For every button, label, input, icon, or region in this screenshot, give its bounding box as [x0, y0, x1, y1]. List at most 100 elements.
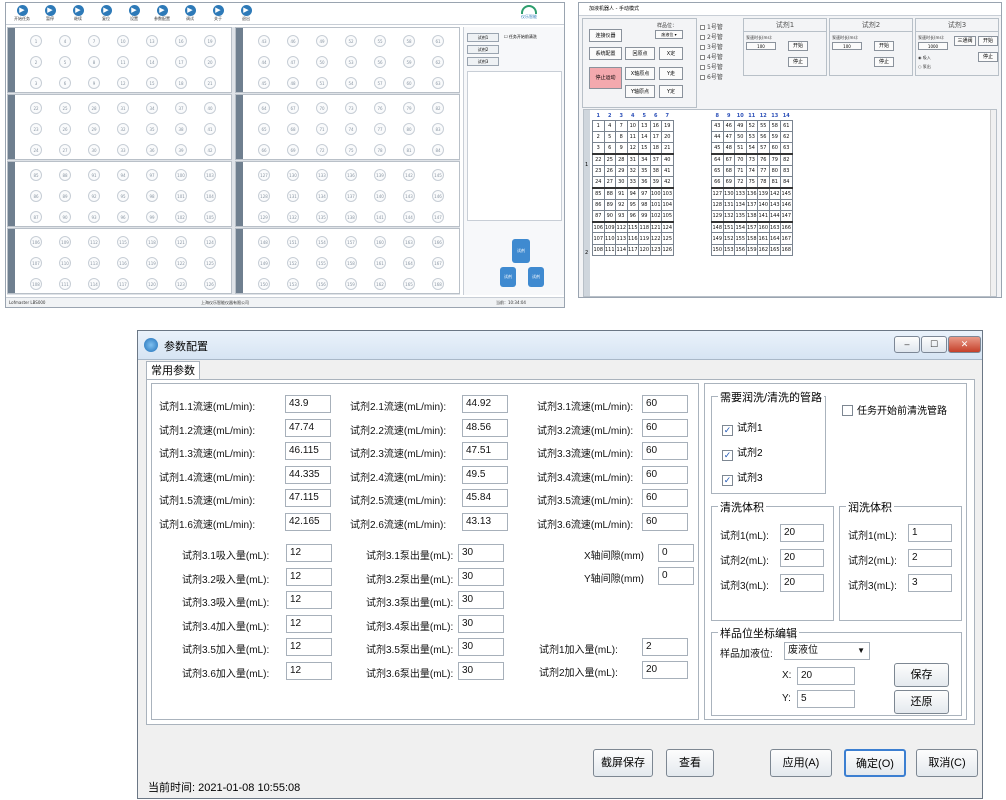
tube-cell[interactable]: 149 [711, 232, 724, 245]
tube-slot[interactable]: 158 [345, 257, 357, 269]
prewash-check[interactable]: ☐ 任务开始前清洗 [504, 34, 537, 40]
tube-cell[interactable]: 16 [649, 119, 662, 132]
tube-cell[interactable]: 143 [768, 198, 781, 211]
tube-cell[interactable]: 144 [768, 209, 781, 223]
tube-cell[interactable]: 126 [661, 243, 674, 257]
tube-slot[interactable]: 53 [345, 56, 357, 68]
tube-cell[interactable]: 38 [649, 164, 662, 177]
tube-slot[interactable]: 132 [287, 211, 299, 223]
tube-slot[interactable]: 20 [204, 56, 216, 68]
tube-slot[interactable]: 142 [403, 169, 415, 181]
tube-slot[interactable]: 153 [287, 278, 299, 290]
tube-cell[interactable]: 61 [780, 119, 793, 132]
tube-slot[interactable]: 165 [403, 278, 415, 290]
flow-rate-input[interactable]: 60 [642, 395, 688, 413]
tube-cell[interactable]: 39 [649, 175, 662, 189]
tube-cell[interactable]: 67 [722, 153, 735, 166]
tube-slot[interactable]: 84 [432, 144, 444, 156]
tube-slot[interactable]: 131 [287, 190, 299, 202]
tube-slot[interactable]: 130 [287, 169, 299, 181]
tube-cell[interactable]: 129 [711, 209, 724, 223]
tube-cell[interactable]: 33 [626, 175, 639, 189]
flow-rate-input[interactable]: 45.84 [462, 489, 508, 507]
tube-slot[interactable]: 85 [30, 169, 42, 181]
tube-slot[interactable]: 2 [30, 56, 42, 68]
tube-slot[interactable]: 58 [403, 35, 415, 47]
close-button[interactable]: ✕ [948, 336, 981, 353]
tube-cell[interactable]: 123 [649, 243, 662, 257]
tube-cell[interactable]: 6 [603, 142, 616, 155]
clean-volume-input[interactable]: 20 [780, 549, 824, 567]
tube-cell[interactable]: 36 [638, 175, 651, 189]
tube-cell[interactable]: 86 [592, 198, 605, 211]
tube-slot[interactable]: 79 [403, 102, 415, 114]
tube-cell[interactable]: 21 [661, 142, 674, 155]
tube-cell[interactable]: 165 [768, 243, 781, 257]
tube-slot[interactable]: 43 [258, 35, 270, 47]
tube-cell[interactable]: 116 [626, 232, 639, 245]
tube-slot[interactable]: 150 [258, 278, 270, 290]
tube-cell[interactable]: 47 [722, 130, 735, 144]
tube-cell[interactable]: 132 [722, 209, 735, 223]
tube-cell[interactable]: 15 [638, 142, 651, 155]
tube-slot[interactable]: 52 [345, 35, 357, 47]
tube-cell[interactable]: 40 [661, 153, 674, 166]
flow-rate-input[interactable]: 44.335 [285, 465, 331, 484]
tube-slot[interactable]: 42 [204, 144, 216, 156]
tube-slot[interactable]: 4 [59, 35, 71, 47]
valve-button[interactable]: 三通阀 [954, 36, 976, 46]
tube-cell[interactable]: 14 [638, 130, 651, 144]
tube-slot[interactable]: 66 [258, 144, 270, 156]
tube-cell[interactable]: 50 [734, 130, 747, 144]
tube-cell[interactable]: 82 [780, 153, 793, 166]
tube-slot[interactable]: 137 [345, 190, 357, 202]
tube-cell[interactable]: 56 [757, 130, 770, 144]
flow-rate-input[interactable]: 47.74 [285, 418, 331, 437]
x-home-button[interactable]: X轴原点 [625, 67, 655, 80]
tube-slot[interactable]: 24 [30, 144, 42, 156]
flow-rate-input[interactable]: 60 [642, 465, 688, 484]
tube-cell[interactable]: 20 [661, 130, 674, 144]
tube-slot[interactable]: 108 [30, 278, 42, 290]
tube-slot[interactable]: 12 [117, 77, 129, 89]
tube-slot[interactable]: 33 [117, 144, 129, 156]
tube-slot[interactable]: 6 [59, 77, 71, 89]
tube-slot[interactable]: 139 [374, 169, 386, 181]
tube-slot[interactable]: 23 [30, 123, 42, 135]
tube-cell[interactable]: 95 [626, 198, 639, 211]
tube-cell[interactable]: 4 [603, 119, 616, 132]
tube-slot[interactable]: 49 [316, 35, 328, 47]
tube-cell[interactable]: 41 [661, 164, 674, 177]
tube-cell[interactable]: 11 [626, 130, 639, 144]
toolbar-button[interactable]: ▶ 参数配置 [149, 5, 175, 22]
flow-rate-input[interactable]: 49.5 [462, 465, 508, 484]
tube-slot[interactable]: 96 [117, 211, 129, 223]
tube-slot[interactable]: 38 [175, 123, 187, 135]
tube-cell[interactable]: 27 [603, 175, 616, 189]
tube-slot[interactable]: 138 [345, 211, 357, 223]
tube-cell[interactable]: 3 [592, 142, 605, 155]
tube-cell[interactable]: 58 [768, 119, 781, 132]
toolbar-button[interactable]: ▶ 调试 [177, 5, 203, 22]
tube-cell[interactable]: 8 [615, 130, 628, 144]
tube-slot[interactable]: 62 [432, 56, 444, 68]
tube-slot[interactable]: 45 [258, 77, 270, 89]
tube-slot[interactable]: 50 [316, 56, 328, 68]
tube-slot[interactable]: 73 [345, 102, 357, 114]
tube-slot[interactable]: 59 [403, 56, 415, 68]
tube-checkbox[interactable]: 3号管 [700, 42, 723, 51]
reagent1-button[interactable]: 试剂1 [467, 33, 499, 42]
tube-cell[interactable]: 72 [734, 175, 747, 189]
x-gap-input[interactable]: 0 [658, 544, 694, 562]
tube-cell[interactable]: 109 [603, 221, 616, 234]
tube-slot[interactable]: 81 [403, 144, 415, 156]
tube-cell[interactable]: 97 [638, 187, 651, 200]
flow-rate-input[interactable]: 60 [642, 512, 688, 531]
tube-cell[interactable]: 24 [592, 175, 605, 189]
tube-slot[interactable]: 21 [204, 77, 216, 89]
tube-cell[interactable]: 98 [638, 198, 651, 211]
screenshot-button[interactable]: 截屏保存 [593, 749, 653, 777]
tube-slot[interactable]: 10 [117, 35, 129, 47]
apply-button[interactable]: 应用(A) [770, 749, 832, 777]
tube-slot[interactable]: 105 [204, 211, 216, 223]
